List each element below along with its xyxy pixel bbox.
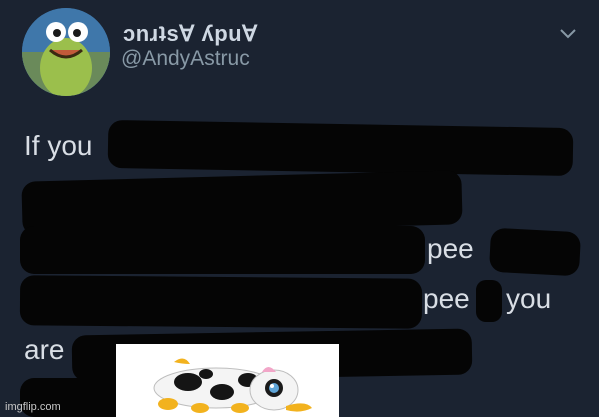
chevron-down-icon[interactable] bbox=[560, 26, 576, 44]
tweet-card: ɔnɹʇs∀ ʎpu∀ @AndyAstruc If you pee pee y… bbox=[0, 0, 599, 417]
redaction-mark bbox=[19, 275, 423, 329]
redaction-mark bbox=[476, 280, 502, 322]
user-handle[interactable]: @AndyAstruc bbox=[121, 47, 250, 71]
redaction-mark bbox=[107, 119, 574, 177]
cow-plush-sticker bbox=[116, 344, 339, 417]
tweet-text-pee: pee bbox=[427, 233, 474, 264]
cow-plush-icon bbox=[116, 344, 339, 417]
redaction-mark bbox=[20, 226, 425, 274]
redaction-mark bbox=[488, 227, 582, 277]
avatar[interactable] bbox=[22, 8, 110, 96]
tweet-text-are: are bbox=[24, 334, 65, 365]
tweet-text-pee: pee bbox=[423, 283, 470, 314]
tweet-text-if-you: If you bbox=[24, 130, 93, 161]
avatar-image bbox=[22, 8, 110, 96]
tweet-text-you: you bbox=[506, 283, 552, 314]
watermark: imgflip.com bbox=[5, 401, 61, 413]
display-name[interactable]: ɔnɹʇs∀ ʎpu∀ bbox=[123, 21, 258, 47]
